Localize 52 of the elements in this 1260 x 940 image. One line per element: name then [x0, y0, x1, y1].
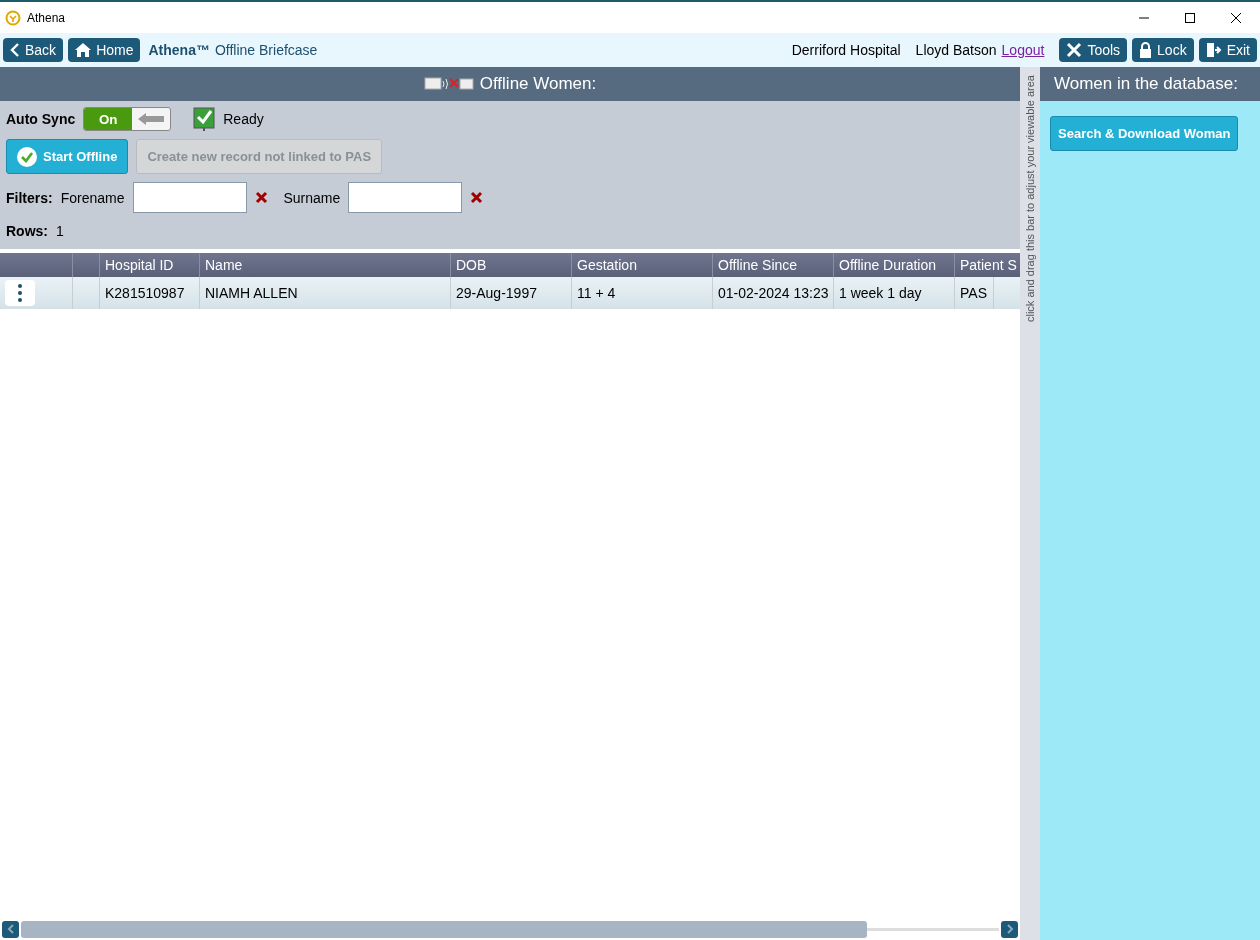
table-cell: 29-Aug-1997 — [451, 277, 572, 309]
scrollbar-thumb[interactable] — [21, 920, 867, 938]
exit-button[interactable]: Exit — [1198, 38, 1257, 62]
side-panel-title: Women in the database: — [1040, 67, 1260, 101]
ready-checkbox[interactable] — [193, 107, 216, 131]
auto-sync-toggle[interactable]: On — [83, 107, 172, 131]
clear-icon[interactable] — [254, 191, 268, 204]
app-logo-icon — [5, 9, 21, 26]
hospital-name: Derriford Hospital — [791, 42, 901, 58]
table-cell: 11 + 4 — [572, 277, 713, 309]
filter-label: Surname — [283, 189, 341, 206]
filter-field[interactable] — [132, 182, 247, 213]
scroll-right-button[interactable] — [1001, 920, 1018, 938]
arrow-left-icon — [138, 113, 165, 125]
lock-icon — [1139, 42, 1153, 58]
user-name: Lloyd Batson — [915, 42, 997, 58]
chevron-right-icon — [1005, 924, 1014, 934]
row-menu-button[interactable] — [5, 280, 35, 306]
panel-title: Offline Women: — [479, 74, 597, 94]
rows-label: Rows: — [6, 223, 48, 239]
lock-button[interactable]: Lock — [1132, 38, 1194, 62]
exit-door-icon — [1205, 42, 1222, 58]
chevron-left-icon — [10, 43, 20, 57]
back-button[interactable]: Back — [3, 38, 64, 62]
table-cell: 1 week 1 day — [834, 277, 955, 309]
window-title: Athena — [27, 10, 66, 25]
vertical-dots-icon — [18, 283, 22, 303]
maximize-icon[interactable] — [1184, 11, 1196, 24]
page-title: Offline Briefcase — [214, 42, 318, 58]
check-circle-icon — [17, 146, 37, 167]
logout-link[interactable]: Logout — [1001, 42, 1045, 58]
home-icon — [75, 43, 92, 57]
tools-icon — [1066, 42, 1083, 58]
filter-field[interactable] — [348, 182, 463, 213]
table-cell: K281510987 — [100, 277, 200, 309]
ready-label: Ready — [223, 111, 264, 127]
app-name: Athena™ — [148, 42, 210, 58]
clear-icon[interactable] — [470, 191, 484, 204]
filter-label: Forename — [60, 189, 125, 206]
rows-count: 1 — [56, 223, 64, 239]
offline-computers-icon — [423, 75, 474, 93]
splitter-bar[interactable]: click and drag this bar to adjust your viewable area — [1020, 67, 1040, 940]
auto-sync-label: Auto Sync — [6, 111, 76, 127]
scroll-left-button[interactable] — [2, 920, 19, 938]
close-icon[interactable] — [1230, 11, 1242, 24]
table-cell: 01-02-2024 13:23 — [713, 277, 834, 309]
table-cell: NIAMH ALLEN — [200, 277, 451, 309]
chevron-left-icon — [6, 924, 15, 934]
home-button[interactable]: Home — [68, 38, 141, 62]
table-cell: PAS — [955, 277, 994, 309]
filters-label: Filters: — [6, 189, 53, 206]
tools-button[interactable]: Tools — [1059, 38, 1128, 62]
